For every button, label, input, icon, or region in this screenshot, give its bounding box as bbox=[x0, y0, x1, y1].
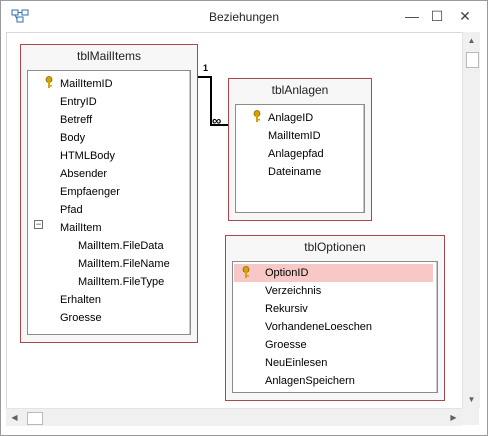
field-list[interactable]: OptionID Verzeichnis Rekursiv Vorhandene… bbox=[232, 261, 438, 393]
table-title[interactable]: tblMailItems bbox=[21, 45, 197, 65]
table-tblmailitems[interactable]: tblMailItems MailItemID EntryID Betreff … bbox=[20, 44, 198, 343]
field-optionid: OptionID bbox=[265, 267, 309, 279]
scrollbar-corner bbox=[462, 408, 479, 425]
horizontal-scrollbar[interactable]: ◀ ▶ bbox=[6, 408, 462, 426]
relationship-many-label: ∞ bbox=[212, 113, 222, 128]
field-absender[interactable]: Absender bbox=[60, 165, 107, 183]
table-title[interactable]: tblAnlagen bbox=[229, 79, 371, 99]
field-mailitemid[interactable]: MailItemID bbox=[268, 127, 321, 145]
field-mailitem-filetype[interactable]: MailItem.FileType bbox=[78, 273, 164, 291]
primary-key-icon bbox=[253, 110, 261, 122]
table-title[interactable]: tblOptionen bbox=[226, 236, 444, 256]
field-htmlbody[interactable]: HTMLBody bbox=[60, 147, 115, 165]
field-list-scrollbar[interactable] bbox=[436, 262, 437, 392]
field-vorhandeneloeschen[interactable]: VorhandeneLoeschen bbox=[265, 318, 372, 336]
minimize-button[interactable]: — bbox=[399, 6, 425, 26]
field-list-scrollbar[interactable] bbox=[363, 105, 364, 212]
field-anlagenspeichern[interactable]: AnlagenSpeichern bbox=[265, 372, 355, 390]
scroll-left-icon[interactable]: ◀ bbox=[6, 409, 23, 426]
table-tblanlagen[interactable]: tblAnlagen AnlageID MailItemID Anlagepfa… bbox=[228, 78, 372, 221]
field-groesse[interactable]: Groesse bbox=[265, 336, 307, 354]
field-mailitem-filedata[interactable]: MailItem.FileData bbox=[78, 237, 164, 255]
field-anlagepfad[interactable]: Anlagepfad bbox=[268, 145, 324, 163]
field-betreff[interactable]: Betreff bbox=[60, 111, 92, 129]
title-bar: Beziehungen — ☐ ✕ bbox=[1, 1, 487, 32]
collapse-icon[interactable]: − bbox=[34, 220, 43, 229]
vertical-scrollbar[interactable]: ▲ ▼ bbox=[462, 32, 480, 408]
field-optionid-selected[interactable]: OptionID bbox=[234, 264, 433, 282]
primary-key-icon bbox=[45, 76, 53, 88]
table-tbloptionen[interactable]: tblOptionen OptionID Verzeichnis Rekursi… bbox=[225, 235, 445, 401]
field-list[interactable]: MailItemID EntryID Betreff Body HTMLBody… bbox=[27, 70, 191, 335]
field-verzeichnis[interactable]: Verzeichnis bbox=[265, 282, 321, 300]
relationship-one-label: 1 bbox=[203, 63, 209, 73]
field-list[interactable]: AnlageID MailItemID Anlagepfad Dateiname bbox=[235, 104, 365, 213]
scroll-down-icon[interactable]: ▼ bbox=[463, 391, 480, 408]
field-neueinlesen[interactable]: NeuEinlesen bbox=[265, 354, 327, 372]
field-mailitemid[interactable]: MailItemID bbox=[60, 75, 113, 93]
close-button[interactable]: ✕ bbox=[452, 6, 478, 26]
field-body[interactable]: Body bbox=[60, 129, 85, 147]
field-groesse[interactable]: Groesse bbox=[60, 309, 102, 327]
field-mailitem[interactable]: MailItem bbox=[60, 219, 102, 237]
horizontal-scroll-thumb[interactable] bbox=[27, 412, 43, 425]
field-erhalten[interactable]: Erhalten bbox=[60, 291, 101, 309]
relationships-canvas[interactable]: 1 ∞ tblMailItems MailItemID EntryID Betr… bbox=[6, 32, 462, 408]
field-dateiname[interactable]: Dateiname bbox=[268, 163, 321, 181]
primary-key-icon bbox=[242, 266, 250, 278]
scroll-right-icon[interactable]: ▶ bbox=[445, 409, 462, 426]
maximize-button[interactable]: ☐ bbox=[424, 6, 450, 26]
field-mailitem-filename[interactable]: MailItem.FileName bbox=[78, 255, 170, 273]
vertical-scroll-thumb[interactable] bbox=[466, 52, 479, 68]
field-anlageid[interactable]: AnlageID bbox=[268, 109, 313, 127]
relationships-window: Beziehungen — ☐ ✕ 1 ∞ tblMailItems MailI… bbox=[0, 0, 488, 436]
field-list-scrollbar[interactable] bbox=[189, 71, 190, 334]
field-rekursiv[interactable]: Rekursiv bbox=[265, 300, 308, 318]
field-empfaenger[interactable]: Empfaenger bbox=[60, 183, 120, 201]
field-pfad[interactable]: Pfad bbox=[60, 201, 83, 219]
scroll-up-icon[interactable]: ▲ bbox=[463, 32, 480, 49]
field-entryid[interactable]: EntryID bbox=[60, 93, 97, 111]
